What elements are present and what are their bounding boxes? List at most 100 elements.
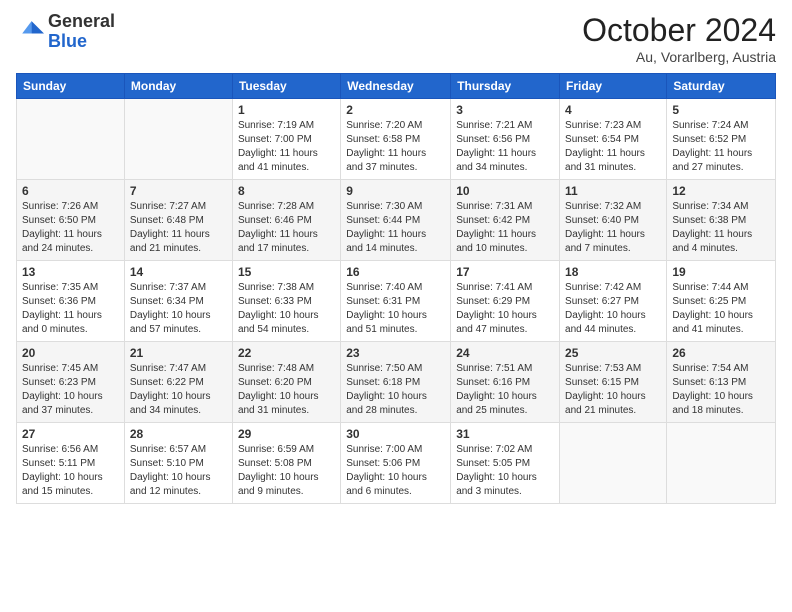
daylight-text: Daylight: 11 hours and 41 minutes. xyxy=(238,148,318,173)
day-info: Sunrise: 7:27 AM Sunset: 6:48 PM Dayligh… xyxy=(130,200,227,256)
calendar-cell xyxy=(560,423,667,504)
day-info: Sunrise: 7:34 AM Sunset: 6:38 PM Dayligh… xyxy=(672,200,770,256)
sunrise-text: Sunrise: 7:42 AM xyxy=(565,282,641,293)
sunset-text: Sunset: 6:50 PM xyxy=(22,215,96,226)
daylight-text: Daylight: 11 hours and 10 minutes. xyxy=(456,229,536,254)
day-number: 18 xyxy=(565,265,661,279)
sunrise-text: Sunrise: 7:47 AM xyxy=(130,363,206,374)
day-info: Sunrise: 7:48 AM Sunset: 6:20 PM Dayligh… xyxy=(238,362,335,418)
daylight-text: Daylight: 11 hours and 21 minutes. xyxy=(130,229,210,254)
day-info: Sunrise: 7:24 AM Sunset: 6:52 PM Dayligh… xyxy=(672,119,770,175)
sunset-text: Sunset: 5:10 PM xyxy=(130,458,204,469)
day-number: 3 xyxy=(456,103,554,117)
sunrise-text: Sunrise: 7:53 AM xyxy=(565,363,641,374)
calendar-cell xyxy=(124,99,232,180)
calendar-cell xyxy=(17,99,125,180)
sunset-text: Sunset: 6:54 PM xyxy=(565,134,639,145)
daylight-text: Daylight: 10 hours and 15 minutes. xyxy=(22,472,103,497)
daylight-text: Daylight: 10 hours and 12 minutes. xyxy=(130,472,211,497)
day-info: Sunrise: 7:54 AM Sunset: 6:13 PM Dayligh… xyxy=(672,362,770,418)
daylight-text: Daylight: 10 hours and 6 minutes. xyxy=(346,472,427,497)
day-number: 28 xyxy=(130,427,227,441)
day-info: Sunrise: 6:57 AM Sunset: 5:10 PM Dayligh… xyxy=(130,443,227,499)
logo: General Blue xyxy=(16,12,115,52)
sunrise-text: Sunrise: 7:41 AM xyxy=(456,282,532,293)
daylight-text: Daylight: 11 hours and 17 minutes. xyxy=(238,229,318,254)
calendar-table: Sunday Monday Tuesday Wednesday Thursday… xyxy=(16,73,776,504)
day-info: Sunrise: 7:44 AM Sunset: 6:25 PM Dayligh… xyxy=(672,281,770,337)
sunset-text: Sunset: 6:22 PM xyxy=(130,377,204,388)
sunset-text: Sunset: 5:11 PM xyxy=(22,458,95,469)
sunrise-text: Sunrise: 7:35 AM xyxy=(22,282,98,293)
day-info: Sunrise: 7:26 AM Sunset: 6:50 PM Dayligh… xyxy=(22,200,119,256)
day-info: Sunrise: 7:23 AM Sunset: 6:54 PM Dayligh… xyxy=(565,119,661,175)
day-number: 15 xyxy=(238,265,335,279)
sunrise-text: Sunrise: 7:38 AM xyxy=(238,282,314,293)
sunset-text: Sunset: 5:05 PM xyxy=(456,458,530,469)
day-number: 25 xyxy=(565,346,661,360)
col-monday: Monday xyxy=(124,74,232,99)
day-number: 6 xyxy=(22,184,119,198)
day-info: Sunrise: 7:00 AM Sunset: 5:06 PM Dayligh… xyxy=(346,443,445,499)
sunset-text: Sunset: 7:00 PM xyxy=(238,134,312,145)
daylight-text: Daylight: 10 hours and 9 minutes. xyxy=(238,472,319,497)
day-number: 14 xyxy=(130,265,227,279)
calendar-cell: 24 Sunrise: 7:51 AM Sunset: 6:16 PM Dayl… xyxy=(451,342,560,423)
sunrise-text: Sunrise: 7:34 AM xyxy=(672,201,748,212)
calendar-week-3: 13 Sunrise: 7:35 AM Sunset: 6:36 PM Dayl… xyxy=(17,261,776,342)
day-number: 5 xyxy=(672,103,770,117)
day-number: 8 xyxy=(238,184,335,198)
day-info: Sunrise: 7:02 AM Sunset: 5:05 PM Dayligh… xyxy=(456,443,554,499)
sunrise-text: Sunrise: 7:31 AM xyxy=(456,201,532,212)
daylight-text: Daylight: 10 hours and 21 minutes. xyxy=(565,391,646,416)
day-info: Sunrise: 7:37 AM Sunset: 6:34 PM Dayligh… xyxy=(130,281,227,337)
day-number: 1 xyxy=(238,103,335,117)
sunrise-text: Sunrise: 7:37 AM xyxy=(130,282,206,293)
sunrise-text: Sunrise: 7:40 AM xyxy=(346,282,422,293)
calendar-cell: 18 Sunrise: 7:42 AM Sunset: 6:27 PM Dayl… xyxy=(560,261,667,342)
day-number: 29 xyxy=(238,427,335,441)
calendar-cell: 9 Sunrise: 7:30 AM Sunset: 6:44 PM Dayli… xyxy=(341,180,451,261)
logo-blue-text: Blue xyxy=(48,32,115,52)
day-info: Sunrise: 7:42 AM Sunset: 6:27 PM Dayligh… xyxy=(565,281,661,337)
day-info: Sunrise: 7:20 AM Sunset: 6:58 PM Dayligh… xyxy=(346,119,445,175)
day-info: Sunrise: 7:35 AM Sunset: 6:36 PM Dayligh… xyxy=(22,281,119,337)
calendar-cell: 10 Sunrise: 7:31 AM Sunset: 6:42 PM Dayl… xyxy=(451,180,560,261)
day-number: 31 xyxy=(456,427,554,441)
daylight-text: Daylight: 11 hours and 0 minutes. xyxy=(22,310,102,335)
calendar-week-1: 1 Sunrise: 7:19 AM Sunset: 7:00 PM Dayli… xyxy=(17,99,776,180)
daylight-text: Daylight: 11 hours and 7 minutes. xyxy=(565,229,645,254)
sunrise-text: Sunrise: 7:23 AM xyxy=(565,120,641,131)
sunrise-text: Sunrise: 7:32 AM xyxy=(565,201,641,212)
day-info: Sunrise: 7:45 AM Sunset: 6:23 PM Dayligh… xyxy=(22,362,119,418)
month-title: October 2024 xyxy=(582,12,776,49)
daylight-text: Daylight: 10 hours and 18 minutes. xyxy=(672,391,753,416)
daylight-text: Daylight: 10 hours and 37 minutes. xyxy=(22,391,103,416)
daylight-text: Daylight: 11 hours and 31 minutes. xyxy=(565,148,645,173)
calendar-cell: 30 Sunrise: 7:00 AM Sunset: 5:06 PM Dayl… xyxy=(341,423,451,504)
daylight-text: Daylight: 10 hours and 41 minutes. xyxy=(672,310,753,335)
sunrise-text: Sunrise: 7:50 AM xyxy=(346,363,422,374)
day-info: Sunrise: 7:47 AM Sunset: 6:22 PM Dayligh… xyxy=(130,362,227,418)
col-tuesday: Tuesday xyxy=(232,74,340,99)
day-number: 4 xyxy=(565,103,661,117)
day-info: Sunrise: 7:28 AM Sunset: 6:46 PM Dayligh… xyxy=(238,200,335,256)
day-number: 23 xyxy=(346,346,445,360)
daylight-text: Daylight: 10 hours and 34 minutes. xyxy=(130,391,211,416)
day-info: Sunrise: 7:21 AM Sunset: 6:56 PM Dayligh… xyxy=(456,119,554,175)
calendar-cell: 29 Sunrise: 6:59 AM Sunset: 5:08 PM Dayl… xyxy=(232,423,340,504)
calendar-cell: 23 Sunrise: 7:50 AM Sunset: 6:18 PM Dayl… xyxy=(341,342,451,423)
day-info: Sunrise: 7:32 AM Sunset: 6:40 PM Dayligh… xyxy=(565,200,661,256)
sunrise-text: Sunrise: 7:02 AM xyxy=(456,444,532,455)
calendar-cell: 3 Sunrise: 7:21 AM Sunset: 6:56 PM Dayli… xyxy=(451,99,560,180)
day-number: 20 xyxy=(22,346,119,360)
sunset-text: Sunset: 6:27 PM xyxy=(565,296,639,307)
day-info: Sunrise: 7:30 AM Sunset: 6:44 PM Dayligh… xyxy=(346,200,445,256)
day-number: 19 xyxy=(672,265,770,279)
day-number: 30 xyxy=(346,427,445,441)
day-info: Sunrise: 7:40 AM Sunset: 6:31 PM Dayligh… xyxy=(346,281,445,337)
calendar-cell: 7 Sunrise: 7:27 AM Sunset: 6:48 PM Dayli… xyxy=(124,180,232,261)
sunset-text: Sunset: 6:15 PM xyxy=(565,377,639,388)
sunset-text: Sunset: 6:58 PM xyxy=(346,134,420,145)
sunrise-text: Sunrise: 7:54 AM xyxy=(672,363,748,374)
